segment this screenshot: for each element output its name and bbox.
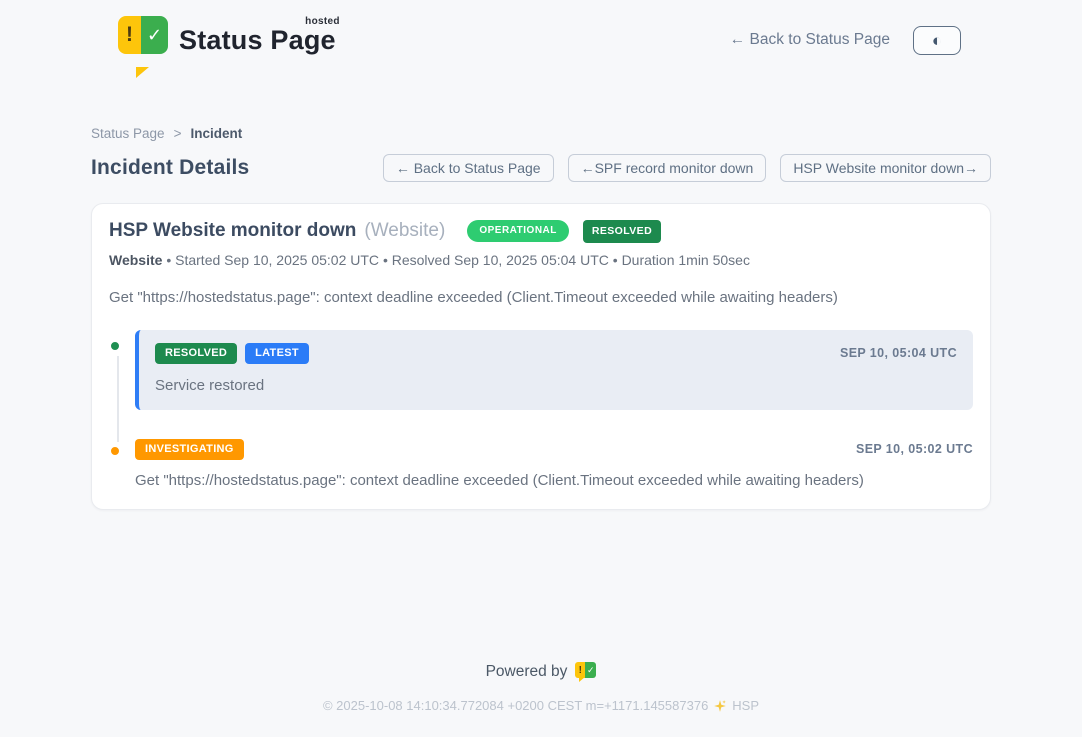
- prev-incident-button[interactable]: ←SPF record monitor down: [568, 154, 767, 182]
- meta-started: Started Sep 10, 2025 05:02 UTC: [175, 252, 379, 268]
- theme-toggle-button[interactable]: ◐: [913, 26, 961, 55]
- meta-service-name: Website: [109, 252, 162, 268]
- incident-title-row: HSP Website monitor down (Website) OPERA…: [109, 220, 973, 243]
- operational-status-badge: OPERATIONAL: [467, 220, 569, 242]
- brand-superscript: hosted: [305, 16, 340, 27]
- incident-nav-buttons: ← Back to Status Page ←SPF record monito…: [383, 154, 991, 182]
- incident-title: HSP Website monitor down: [109, 220, 356, 242]
- timeline-entry-investigating: INVESTIGATING SEP 10, 05:02 UTC Get "htt…: [109, 439, 973, 489]
- header-actions: ← Back to Status Page ◐: [730, 26, 961, 55]
- latest-badge: LATEST: [245, 343, 309, 364]
- warning-exclamation-icon: !: [575, 662, 585, 678]
- timeline-entry-resolved: RESOLVED LATEST SEP 10, 05:04 UTC Servic…: [109, 330, 973, 410]
- meta-separator: •: [613, 252, 618, 268]
- incident-description: Get "https://hostedstatus.page": context…: [109, 289, 973, 306]
- next-incident-button[interactable]: HSP Website monitor down→: [780, 154, 991, 182]
- bubble-tail: [579, 677, 585, 682]
- meta-duration: Duration 1min 50sec: [622, 252, 750, 268]
- main-content: Status Page > Incident Incident Details …: [91, 126, 991, 510]
- back-to-status-page-button[interactable]: ← Back to Status Page: [383, 154, 554, 182]
- brand-logo[interactable]: ! ✓ Status Page hosted: [118, 16, 336, 64]
- meta-separator: •: [166, 252, 171, 268]
- timeline-dot-resolved: [108, 339, 122, 353]
- incident-card: HSP Website monitor down (Website) OPERA…: [91, 203, 991, 510]
- timeline-highlight-box: RESOLVED LATEST SEP 10, 05:04 UTC Servic…: [135, 330, 973, 410]
- breadcrumb-root[interactable]: Status Page: [91, 126, 165, 141]
- incident-timeline: RESOLVED LATEST SEP 10, 05:04 UTC Servic…: [109, 330, 973, 489]
- status-bubble-icon: ! ✓: [118, 16, 168, 64]
- breadcrumb: Status Page > Incident: [91, 126, 991, 141]
- check-icon: ✓: [585, 662, 596, 678]
- sparkle-icon: [713, 699, 727, 713]
- page-title: Incident Details: [91, 156, 249, 180]
- timeline-timestamp: SEP 10, 05:04 UTC: [840, 346, 957, 360]
- brand-wordmark: Status Page hosted: [179, 25, 336, 56]
- check-icon: ✓: [141, 16, 168, 54]
- powered-by-row[interactable]: Powered by ! ✓: [0, 662, 1082, 682]
- timeline-dot-investigating: [108, 444, 122, 458]
- incident-service: (Website): [364, 220, 445, 242]
- warning-exclamation-icon: !: [118, 16, 141, 54]
- resolved-status-badge: RESOLVED: [583, 220, 661, 243]
- contrast-icon: ◐: [932, 32, 942, 49]
- footer: Powered by ! ✓ © 2025-10-08 14:10:34.772…: [0, 662, 1082, 737]
- breadcrumb-current: Incident: [190, 126, 242, 141]
- copyright-line: © 2025-10-08 14:10:34.772084 +0200 CEST …: [0, 698, 1082, 713]
- powered-by-label: Powered by: [486, 663, 568, 681]
- timeline-message: Get "https://hostedstatus.page": context…: [135, 472, 973, 489]
- timeline-message: Service restored: [155, 377, 957, 394]
- investigating-badge: INVESTIGATING: [135, 439, 244, 460]
- header-back-link[interactable]: ← Back to Status Page: [730, 31, 890, 49]
- breadcrumb-separator: >: [174, 126, 182, 141]
- status-bubble-icon-small: ! ✓: [575, 662, 596, 682]
- bubble-tail: [136, 67, 149, 78]
- meta-resolved: Resolved Sep 10, 2025 05:04 UTC: [392, 252, 609, 268]
- resolved-badge: RESOLVED: [155, 343, 237, 364]
- header: ! ✓ Status Page hosted ← Back to Status …: [0, 0, 1082, 64]
- copyright-text: © 2025-10-08 14:10:34.772084 +0200 CEST …: [323, 698, 708, 713]
- meta-separator: •: [383, 252, 388, 268]
- incident-meta: Website • Started Sep 10, 2025 05:02 UTC…: [109, 252, 973, 268]
- timeline-timestamp: SEP 10, 05:02 UTC: [856, 442, 973, 456]
- heading-row: Incident Details ← Back to Status Page ←…: [91, 154, 991, 182]
- copyright-brand: HSP: [732, 698, 759, 713]
- brand-name: Status Page: [179, 25, 336, 55]
